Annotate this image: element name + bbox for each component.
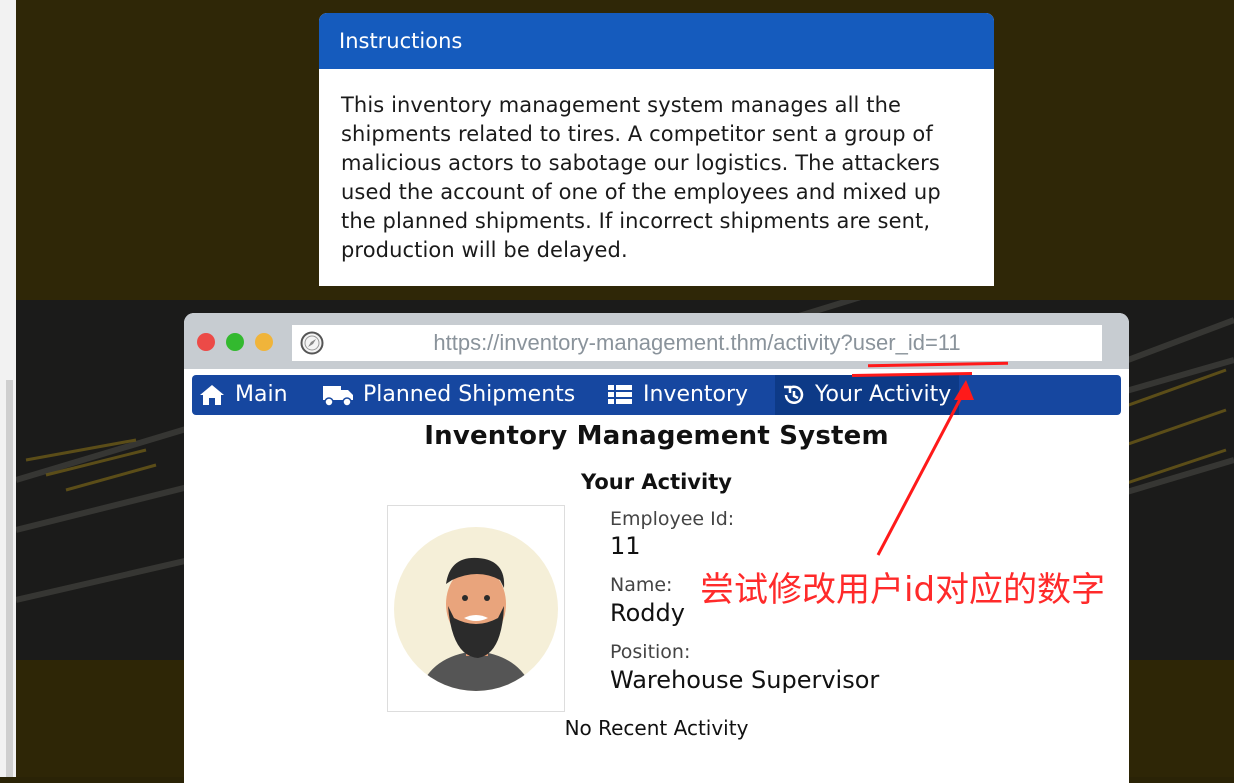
browser-chrome: https://inventory-management.thm/activit…	[184, 313, 1129, 369]
name-value: Roddy	[610, 599, 685, 627]
address-bar[interactable]: https://inventory-management.thm/activit…	[292, 325, 1102, 361]
truck-icon	[323, 386, 353, 407]
instructions-panel: Instructions This inventory management s…	[319, 13, 994, 286]
home-icon	[200, 385, 224, 405]
name-label: Name:	[610, 574, 673, 596]
nav-label-inventory: Inventory	[643, 382, 749, 407]
employee-id-label: Employee Id:	[610, 508, 735, 530]
minimize-window-button[interactable]	[226, 333, 244, 351]
nav-item-inventory[interactable]: Inventory	[597, 375, 773, 415]
nav-item-planned-shipments[interactable]: Planned Shipments	[314, 375, 587, 415]
list-icon	[608, 385, 632, 404]
nav-item-main[interactable]: Main	[192, 375, 304, 415]
browser-window: https://inventory-management.thm/activit…	[184, 313, 1129, 783]
maximize-window-button[interactable]	[255, 333, 273, 351]
nav-label-planned-shipments: Planned Shipments	[363, 382, 576, 407]
employee-avatar-image	[394, 527, 558, 691]
avatar	[387, 505, 565, 712]
annotation-arrow-icon	[876, 380, 974, 556]
section-title: Your Activity	[581, 470, 732, 494]
url-text: https://inventory-management.thm/activit…	[433, 330, 961, 355]
scrollbar[interactable]	[6, 380, 13, 777]
position-value: Warehouse Supervisor	[610, 666, 880, 694]
close-window-button[interactable]	[197, 333, 215, 351]
employee-id-value: 11	[610, 532, 641, 560]
annotation-text: 尝试修改用户id对应的数字	[700, 570, 1106, 610]
history-icon	[784, 385, 804, 404]
instructions-title: Instructions	[319, 13, 994, 69]
no-activity-text: No Recent Activity	[564, 716, 749, 740]
instructions-body: This inventory management system manages…	[341, 93, 941, 262]
page-title: Inventory Management System	[424, 421, 889, 451]
nav-label-main: Main	[235, 382, 288, 407]
position-label: Position:	[610, 641, 691, 663]
main-navbar: Main Planned Shipments Inventory Your Ac…	[192, 375, 1121, 415]
